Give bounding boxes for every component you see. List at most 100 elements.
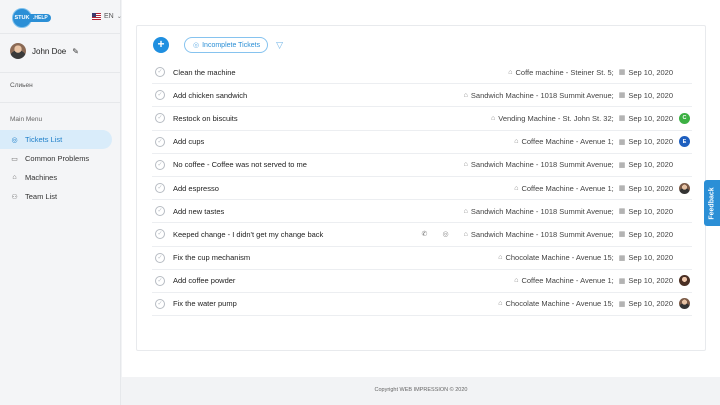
divider	[0, 72, 121, 73]
logo[interactable]: STUK .HELP	[12, 8, 51, 28]
ticket-date: Sep 10, 2020	[628, 276, 673, 286]
avatar[interactable]	[10, 43, 26, 59]
ticket-date: Sep 10, 2020	[628, 253, 673, 263]
ticket-title[interactable]: Keeped change - I didn't get my change b…	[173, 230, 422, 239]
complete-check-icon[interactable]: ✓	[155, 206, 165, 217]
header-divider	[0, 33, 121, 34]
ticket-title[interactable]: Add espresso	[173, 184, 514, 193]
ticket-row[interactable]: ✓ Clean the machine ⌂ Coffe machine - Stein…	[152, 61, 692, 85]
ticket-row[interactable]: ✓ Add chicken sandwich ⌂ Sandwich Machine -…	[152, 84, 692, 108]
ticket-row[interactable]: ✓ No coffee - Coffee was not served to me…	[152, 154, 692, 177]
sidebar-item-tickets-list[interactable]: ◎ Tickets List	[0, 130, 112, 149]
ticket-row[interactable]: ✓ Fix the water pump ⌂ Chocolate Machine - …	[152, 293, 692, 317]
ticket-date: Sep 10, 2020	[628, 229, 673, 239]
complete-check-icon[interactable]: ✓	[155, 67, 165, 78]
incomplete-tickets-filter[interactable]: ◎ Incomplete Tickets	[184, 37, 269, 53]
complete-check-icon[interactable]: ✓	[155, 183, 165, 194]
ticket-title[interactable]: Fix the water pump	[173, 299, 498, 308]
ticket-title[interactable]: Add coffee powder	[173, 276, 514, 285]
user-profile: John Doe ✎	[10, 43, 79, 59]
ticket-machine: Coffee Machine - Avenue 1;	[521, 276, 614, 286]
feedback-label: Feedback	[708, 186, 716, 220]
calendar-icon: ▦	[618, 69, 626, 77]
ticket-meta: ⌂ Coffee Machine - Avenue 1; ▦ Sep 10, 2020	[514, 182, 690, 194]
user-role: Слиьен	[10, 82, 33, 89]
ticket-meta: ⌂ Coffee Machine - Avenue 1; ▦ Sep 10, 2020…	[514, 136, 690, 148]
assignee-avatar[interactable]	[679, 182, 690, 194]
assignee-empty	[679, 67, 690, 78]
ticket-row[interactable]: ✓ Fix the cup mechanism ⌂ Chocolate Machine…	[152, 247, 692, 270]
ticket-row[interactable]: ✓ Restock on biscuits ⌂ Vending Machine - S…	[152, 107, 692, 131]
machine-icon: ⌂	[491, 114, 496, 122]
feedback-tab[interactable]: Feedback	[704, 180, 720, 226]
calendar-icon: ▦	[618, 208, 626, 216]
ticket-row[interactable]: ✓ Add new tastes ⌂ Sandwich Machine - 1018 …	[152, 200, 692, 224]
ticket-row[interactable]: ✓ Add espresso ⌂ Coffee Machine - Avenue 1;…	[152, 177, 692, 201]
logo-badge: STUK	[12, 8, 32, 28]
assignee-avatar[interactable]	[679, 298, 690, 310]
ticket-meta: ⌂ Vending Machine - St. John St. 32; ▦ Sep …	[491, 112, 690, 124]
edit-pencil-icon[interactable]: ✎	[72, 47, 79, 56]
assignee-badge[interactable]: E	[679, 136, 690, 148]
language-selector[interactable]: EN ⌄	[92, 13, 122, 20]
assignee-empty	[679, 90, 690, 101]
ticket-title[interactable]: Clean the machine	[173, 68, 508, 77]
ticket-title[interactable]: Add cups	[173, 137, 514, 146]
add-ticket-button[interactable]: +	[153, 37, 169, 53]
coin-icon: ◎	[442, 231, 449, 239]
assignee-empty	[679, 229, 690, 240]
complete-check-icon[interactable]: ✓	[155, 90, 165, 101]
calendar-icon: ▦	[618, 92, 626, 100]
complete-check-icon[interactable]: ✓	[155, 229, 165, 240]
ticket-title[interactable]: Add chicken sandwich	[173, 91, 464, 100]
ticket-machine: Coffee Machine - Avenue 1;	[521, 137, 614, 147]
ticket-date: Sep 10, 2020	[628, 67, 673, 77]
machine-icon: ⌂	[498, 300, 503, 308]
ticket-date: Sep 10, 2020	[628, 299, 673, 309]
menu-title: Main Menu	[10, 116, 43, 123]
assignee-empty	[679, 252, 690, 263]
machine-icon: ⌂	[463, 91, 468, 99]
divider	[0, 102, 121, 103]
ticket-machine: Coffe machine - Steiner St. 5;	[515, 67, 614, 77]
ticket-row[interactable]: ✓ Keeped change - I didn't get my change …	[152, 223, 692, 247]
complete-check-icon[interactable]: ✓	[155, 275, 165, 286]
phone-icon: ✆	[421, 231, 428, 239]
ticket-meta: ✆ ◎ ⌂ Sandwich Machine - 1018 Summit Avenue…	[422, 229, 690, 240]
complete-check-icon[interactable]: ✓	[155, 113, 165, 124]
ticket-meta: ⌂ Coffee Machine - Avenue 1; ▦ Sep 10, 2020	[514, 275, 690, 287]
language-code: EN	[104, 13, 114, 20]
ticket-row[interactable]: ✓ Add cups ⌂ Coffee Machine - Avenue 1; ▦ Sep…	[152, 131, 692, 154]
sidebar-item-label: Tickets List	[25, 135, 63, 144]
ticket-date: Sep 10, 2020	[628, 113, 673, 123]
ticket-title[interactable]: Fix the cup mechanism	[173, 253, 498, 262]
tickets-card: + ◎ Incomplete Tickets ▽ ✓ Clean the mach…	[136, 25, 706, 351]
ticket-title[interactable]: No coffee - Coffee was not served to me	[173, 160, 464, 169]
calendar-icon: ▦	[618, 115, 626, 123]
sidebar-item-machines[interactable]: ⌂ Machines	[0, 168, 121, 187]
ticket-date: Sep 10, 2020	[628, 90, 673, 100]
ticket-machine: Chocolate Machine - Avenue 15;	[505, 253, 614, 263]
assignee-badge[interactable]: C	[679, 112, 690, 124]
sidebar-item-common-problems[interactable]: ▭ Common Problems	[0, 149, 121, 168]
ticket-machine: Sandwich Machine - 1018 Summit Avenue;	[470, 206, 614, 216]
ticket-machine: Sandwich Machine - 1018 Summit Avenue;	[470, 229, 614, 239]
machine-icon: ⌂	[463, 207, 468, 215]
complete-check-icon[interactable]: ✓	[155, 252, 165, 263]
logo-row: STUK .HELP EN ⌄	[12, 8, 122, 28]
funnel-filter-icon[interactable]: ▽	[276, 40, 283, 51]
calendar-icon: ▦	[618, 300, 626, 308]
ticket-title[interactable]: Add new tastes	[173, 207, 464, 216]
assignee-avatar[interactable]	[679, 275, 690, 287]
ticket-machine: Coffee Machine - Avenue 1;	[521, 183, 614, 193]
complete-check-icon[interactable]: ✓	[155, 159, 165, 170]
machine-icon: ⌂	[463, 161, 468, 169]
ticket-title[interactable]: Restock on biscuits	[173, 114, 491, 123]
calendar-icon: ▦	[618, 254, 626, 262]
ticket-row[interactable]: ✓ Add coffee powder ⌂ Coffee Machine - Aven…	[152, 270, 692, 293]
complete-check-icon[interactable]: ✓	[155, 298, 165, 309]
main-menu: ◎ Tickets List ▭ Common Problems ⌂ Machi…	[0, 130, 121, 206]
complete-check-icon[interactable]: ✓	[155, 136, 165, 147]
sidebar-item-team-list[interactable]: ⚇ Team List	[0, 187, 121, 206]
calendar-icon: ▦	[618, 231, 626, 239]
